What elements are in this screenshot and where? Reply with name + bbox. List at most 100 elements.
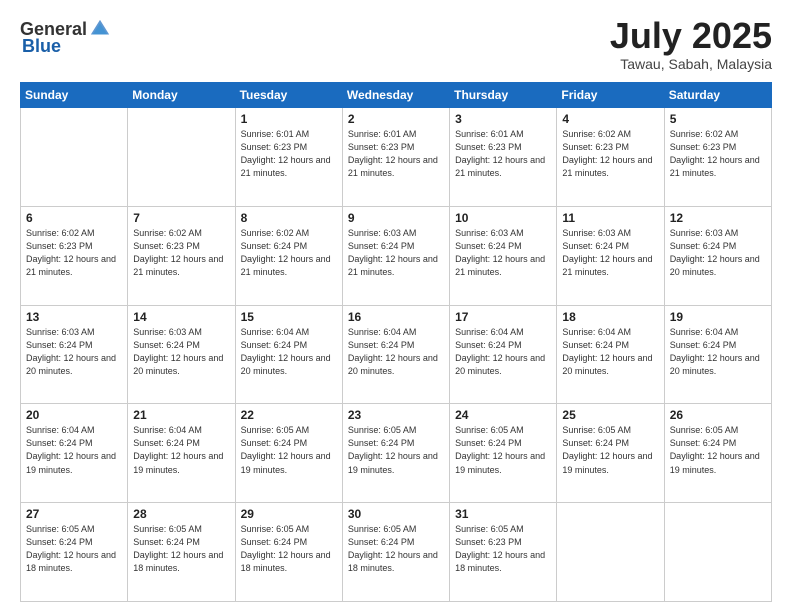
calendar-cell: 15 Sunrise: 6:04 AM Sunset: 6:24 PM Dayli… [235, 305, 342, 404]
day-number: 30 [348, 507, 445, 521]
day-number: 26 [670, 408, 767, 422]
header: General Blue July 2025 Tawau, Sabah, Mal… [20, 18, 772, 72]
day-number: 9 [348, 211, 445, 225]
day-info: Sunrise: 6:04 AM Sunset: 6:24 PM Dayligh… [133, 424, 230, 476]
day-info: Sunrise: 6:02 AM Sunset: 6:23 PM Dayligh… [26, 227, 123, 279]
calendar-cell: 26 Sunrise: 6:05 AM Sunset: 6:24 PM Dayli… [664, 404, 771, 503]
calendar-cell: 5 Sunrise: 6:02 AM Sunset: 6:23 PM Daylig… [664, 108, 771, 207]
calendar-cell: 2Sunrise: 6:01 AM Sunset: 6:23 PM Daylig… [342, 108, 449, 207]
day-number: 6 [26, 211, 123, 225]
day-number: 18 [562, 310, 659, 324]
logo-icon [89, 18, 111, 40]
calendar-cell: 19 Sunrise: 6:04 AM Sunset: 6:24 PM Dayli… [664, 305, 771, 404]
page: General Blue July 2025 Tawau, Sabah, Mal… [0, 0, 792, 612]
day-info: Sunrise: 6:05 AM Sunset: 6:24 PM Dayligh… [241, 424, 338, 476]
day-info: Sunrise: 6:05 AM Sunset: 6:24 PM Dayligh… [348, 523, 445, 575]
weekday-header: Tuesday [235, 83, 342, 108]
calendar-cell: 29Sunrise: 6:05 AM Sunset: 6:24 PM Dayli… [235, 503, 342, 602]
calendar-cell: 24Sunrise: 6:05 AM Sunset: 6:24 PM Dayli… [450, 404, 557, 503]
location-subtitle: Tawau, Sabah, Malaysia [610, 56, 772, 72]
day-info: Sunrise: 6:05 AM Sunset: 6:23 PM Dayligh… [455, 523, 552, 575]
calendar-cell: 25 Sunrise: 6:05 AM Sunset: 6:24 PM Dayli… [557, 404, 664, 503]
calendar-cell: 16 Sunrise: 6:04 AM Sunset: 6:24 PM Dayli… [342, 305, 449, 404]
day-info: Sunrise: 6:04 AM Sunset: 6:24 PM Dayligh… [670, 326, 767, 378]
day-number: 19 [670, 310, 767, 324]
day-info: Sunrise: 6:04 AM Sunset: 6:24 PM Dayligh… [562, 326, 659, 378]
day-number: 11 [562, 211, 659, 225]
weekday-header: Sunday [21, 83, 128, 108]
day-info: Sunrise: 6:02 AM Sunset: 6:23 PM Dayligh… [562, 128, 659, 180]
day-info: Sunrise: 6:03 AM Sunset: 6:24 PM Dayligh… [348, 227, 445, 279]
calendar-cell: 20 Sunrise: 6:04 AM Sunset: 6:24 PM Dayli… [21, 404, 128, 503]
weekday-header: Wednesday [342, 83, 449, 108]
day-number: 15 [241, 310, 338, 324]
day-number: 7 [133, 211, 230, 225]
calendar-cell [21, 108, 128, 207]
day-number: 8 [241, 211, 338, 225]
calendar-cell: 13 Sunrise: 6:03 AM Sunset: 6:24 PM Dayli… [21, 305, 128, 404]
day-number: 31 [455, 507, 552, 521]
day-info: Sunrise: 6:05 AM Sunset: 6:24 PM Dayligh… [562, 424, 659, 476]
calendar-cell: 18 Sunrise: 6:04 AM Sunset: 6:24 PM Dayli… [557, 305, 664, 404]
weekday-header: Saturday [664, 83, 771, 108]
calendar-week-row: 13 Sunrise: 6:03 AM Sunset: 6:24 PM Dayli… [21, 305, 772, 404]
calendar-cell: 17 Sunrise: 6:04 AM Sunset: 6:24 PM Dayli… [450, 305, 557, 404]
day-info: Sunrise: 6:05 AM Sunset: 6:24 PM Dayligh… [26, 523, 123, 575]
day-info: Sunrise: 6:04 AM Sunset: 6:24 PM Dayligh… [455, 326, 552, 378]
weekday-header: Friday [557, 83, 664, 108]
calendar-cell: 12Sunrise: 6:03 AM Sunset: 6:24 PM Dayli… [664, 206, 771, 305]
day-number: 16 [348, 310, 445, 324]
logo: General Blue [20, 18, 113, 57]
day-number: 5 [670, 112, 767, 126]
day-number: 25 [562, 408, 659, 422]
day-info: Sunrise: 6:02 AM Sunset: 6:23 PM Dayligh… [670, 128, 767, 180]
day-number: 13 [26, 310, 123, 324]
day-info: Sunrise: 6:03 AM Sunset: 6:24 PM Dayligh… [455, 227, 552, 279]
day-info: Sunrise: 6:04 AM Sunset: 6:24 PM Dayligh… [26, 424, 123, 476]
day-number: 23 [348, 408, 445, 422]
weekday-header: Monday [128, 83, 235, 108]
logo-blue-text: Blue [22, 36, 61, 57]
calendar-cell: 31 Sunrise: 6:05 AM Sunset: 6:23 PM Dayli… [450, 503, 557, 602]
calendar-cell: 9 Sunrise: 6:03 AM Sunset: 6:24 PM Daylig… [342, 206, 449, 305]
title-block: July 2025 Tawau, Sabah, Malaysia [610, 18, 772, 72]
day-number: 3 [455, 112, 552, 126]
calendar-cell: 10 Sunrise: 6:03 AM Sunset: 6:24 PM Dayli… [450, 206, 557, 305]
day-number: 22 [241, 408, 338, 422]
day-info: Sunrise: 6:02 AM Sunset: 6:24 PM Dayligh… [241, 227, 338, 279]
day-info: Sunrise: 6:01 AM Sunset: 6:23 PM Dayligh… [241, 128, 338, 180]
day-number: 21 [133, 408, 230, 422]
calendar-cell: 4 Sunrise: 6:02 AM Sunset: 6:23 PM Daylig… [557, 108, 664, 207]
calendar-week-row: 1 Sunrise: 6:01 AM Sunset: 6:23 PM Daylig… [21, 108, 772, 207]
calendar-week-row: 6 Sunrise: 6:02 AM Sunset: 6:23 PM Daylig… [21, 206, 772, 305]
day-number: 1 [241, 112, 338, 126]
calendar-cell: 14Sunrise: 6:03 AM Sunset: 6:24 PM Dayli… [128, 305, 235, 404]
day-info: Sunrise: 6:05 AM Sunset: 6:24 PM Dayligh… [455, 424, 552, 476]
calendar-cell: 28Sunrise: 6:05 AM Sunset: 6:24 PM Dayli… [128, 503, 235, 602]
day-info: Sunrise: 6:01 AM Sunset: 6:23 PM Dayligh… [455, 128, 552, 180]
calendar-cell: 23 Sunrise: 6:05 AM Sunset: 6:24 PM Dayli… [342, 404, 449, 503]
day-number: 20 [26, 408, 123, 422]
day-number: 17 [455, 310, 552, 324]
day-number: 4 [562, 112, 659, 126]
calendar-cell: 3 Sunrise: 6:01 AM Sunset: 6:23 PM Daylig… [450, 108, 557, 207]
day-info: Sunrise: 6:03 AM Sunset: 6:24 PM Dayligh… [562, 227, 659, 279]
day-number: 29 [241, 507, 338, 521]
day-number: 12 [670, 211, 767, 225]
day-info: Sunrise: 6:04 AM Sunset: 6:24 PM Dayligh… [348, 326, 445, 378]
day-info: Sunrise: 6:02 AM Sunset: 6:23 PM Dayligh… [133, 227, 230, 279]
day-number: 10 [455, 211, 552, 225]
calendar-cell: 6 Sunrise: 6:02 AM Sunset: 6:23 PM Daylig… [21, 206, 128, 305]
calendar-cell: 8 Sunrise: 6:02 AM Sunset: 6:24 PM Daylig… [235, 206, 342, 305]
day-info: Sunrise: 6:04 AM Sunset: 6:24 PM Dayligh… [241, 326, 338, 378]
day-info: Sunrise: 6:03 AM Sunset: 6:24 PM Dayligh… [26, 326, 123, 378]
calendar-week-row: 27Sunrise: 6:05 AM Sunset: 6:24 PM Dayli… [21, 503, 772, 602]
calendar-table: SundayMondayTuesdayWednesdayThursdayFrid… [20, 82, 772, 602]
weekday-header: Thursday [450, 83, 557, 108]
day-info: Sunrise: 6:05 AM Sunset: 6:24 PM Dayligh… [348, 424, 445, 476]
day-info: Sunrise: 6:01 AM Sunset: 6:23 PM Dayligh… [348, 128, 445, 180]
calendar-cell: 22 Sunrise: 6:05 AM Sunset: 6:24 PM Dayli… [235, 404, 342, 503]
day-info: Sunrise: 6:05 AM Sunset: 6:24 PM Dayligh… [670, 424, 767, 476]
calendar-cell [664, 503, 771, 602]
calendar-cell: 1 Sunrise: 6:01 AM Sunset: 6:23 PM Daylig… [235, 108, 342, 207]
